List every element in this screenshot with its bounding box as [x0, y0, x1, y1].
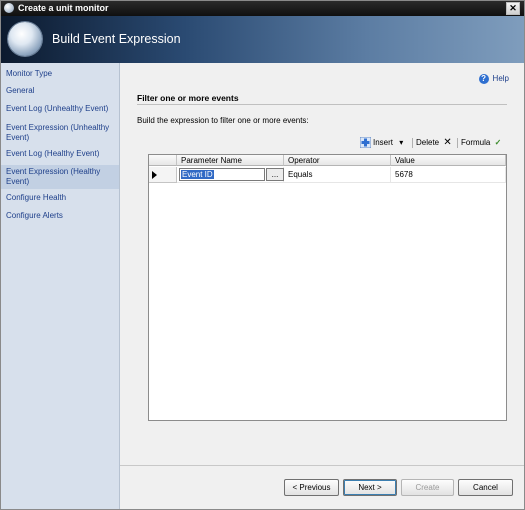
footer-divider [120, 465, 524, 466]
create-button[interactable]: Create [401, 479, 454, 496]
wizard-orb-icon [8, 22, 42, 56]
value-cell[interactable]: 5678 [391, 167, 506, 183]
window-title: Create a unit monitor [18, 3, 109, 13]
toolbar-separator [412, 138, 413, 148]
cancel-button[interactable]: Cancel [458, 479, 513, 496]
insert-button[interactable]: Insert ▾ [360, 136, 403, 150]
title-bar: Create a unit monitor ✕ [1, 1, 524, 16]
column-header-value[interactable]: Value [391, 155, 506, 166]
insert-dropdown-icon[interactable]: ▾ [399, 138, 403, 147]
row-header-corner [149, 155, 177, 166]
sidebar-item-configure-alerts[interactable]: Configure Alerts [1, 211, 119, 221]
app-icon [4, 3, 14, 13]
main-content: ? Help Filter one or more events Build th… [120, 63, 524, 465]
delete-label: Delete [416, 138, 440, 147]
delete-x-icon: ✕ [443, 137, 452, 148]
previous-button[interactable]: < Previous [284, 479, 339, 496]
sidebar-item-monitor-type[interactable]: Monitor Type [1, 69, 119, 79]
formula-label: Formula [461, 138, 491, 147]
insert-label: Insert [373, 138, 394, 147]
current-row-arrow-icon [152, 171, 157, 179]
column-header-parameter-name[interactable]: Parameter Name [177, 155, 284, 166]
sidebar-item-configure-health[interactable]: Configure Health [1, 193, 119, 203]
sidebar-item-general[interactable]: General [1, 86, 119, 96]
help-icon: ? [478, 73, 489, 84]
sidebar-item-event-log-unhealthy[interactable]: Event Log (Unhealthy Event) [1, 104, 119, 114]
operator-cell[interactable]: Equals [284, 167, 391, 183]
dialog-window: Create a unit monitor ✕ Build Event Expr… [0, 0, 525, 510]
column-header-operator[interactable]: Operator [284, 155, 391, 166]
section-title: Filter one or more events [137, 93, 239, 103]
sidebar-item-event-log-healthy[interactable]: Event Log (Healthy Event) [1, 149, 119, 159]
parameter-name-value: Event ID [181, 170, 214, 179]
help-label: Help [492, 74, 509, 83]
row-selector[interactable] [149, 167, 177, 183]
parameter-name-field[interactable]: Event ID [179, 168, 265, 181]
help-link[interactable]: ? Help [478, 73, 509, 85]
delete-button[interactable]: Delete ✕ [416, 136, 452, 150]
sidebar-item-event-expression-healthy[interactable]: Event Expression (Healthy Event) [1, 165, 119, 189]
expression-grid: Parameter Name Operator Value Event ID .… [148, 154, 507, 421]
expression-toolbar: Insert ▾ Delete ✕ Formula ✓ [360, 136, 508, 150]
wizard-banner: Build Event Expression [1, 16, 524, 63]
formula-icon: ✓ [494, 138, 502, 147]
sidebar-item-event-expression-unhealthy[interactable]: Event Expression (Unhealthy Event) [1, 123, 119, 143]
banner-title: Build Event Expression [52, 32, 181, 46]
formula-button[interactable]: Formula ✓ [461, 136, 501, 150]
wizard-steps-sidebar: Monitor Type General Event Log (Unhealth… [1, 63, 120, 509]
next-button[interactable]: Next > [343, 479, 397, 496]
close-icon[interactable]: ✕ [506, 2, 520, 15]
section-description: Build the expression to filter one or mo… [137, 116, 309, 125]
insert-plus-icon [360, 137, 371, 149]
toolbar-separator [457, 138, 458, 148]
section-divider [137, 104, 507, 105]
parameter-browse-button[interactable]: ... [266, 168, 284, 181]
